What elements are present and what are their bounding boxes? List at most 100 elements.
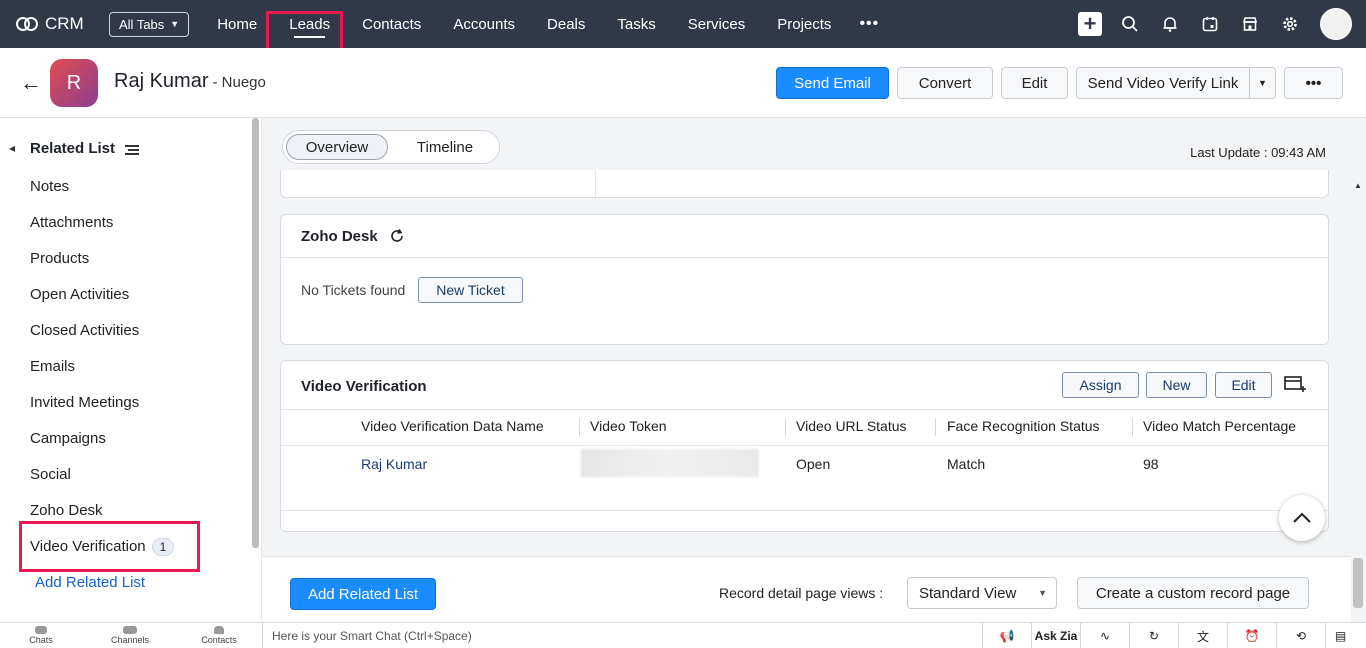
column-separator [935, 418, 936, 436]
settings-button[interactable] [1270, 0, 1310, 48]
bell-icon [1163, 17, 1177, 32]
tab-timeline[interactable]: Timeline [395, 134, 495, 160]
contacts-label: Contacts [201, 635, 237, 645]
new-ticket-button[interactable]: New Ticket [418, 277, 523, 303]
tab-tasks[interactable]: Tasks [601, 0, 671, 48]
more-tabs-button[interactable]: ••• [847, 15, 891, 33]
sidebar-item-attachments[interactable]: Attachments [30, 214, 113, 231]
sidebar-item-products[interactable]: Products [30, 250, 89, 267]
convert-button[interactable]: Convert [897, 67, 993, 99]
alarm-icon: ⏰ [1244, 629, 1260, 643]
card-divider [281, 257, 1328, 258]
history-button[interactable]: ⟲ [1276, 623, 1325, 648]
zoho-desk-title: Zoho Desk [301, 228, 378, 245]
user-avatar[interactable] [1320, 8, 1352, 40]
table-settings-icon[interactable] [1284, 375, 1306, 393]
refresh-icon[interactable] [389, 228, 405, 244]
app-name: CRM [45, 14, 84, 33]
sidebar-scrollbar[interactable] [252, 118, 259, 548]
chat-icon [35, 626, 47, 634]
activity-icon: ∿ [1099, 629, 1111, 643]
translate-button[interactable]: 文 [1178, 623, 1227, 648]
main-scrollbar[interactable]: ▲ [1351, 178, 1366, 622]
highlight-video-verification [19, 521, 200, 572]
create-custom-page-button[interactable]: Create a custom record page [1077, 577, 1309, 609]
notifications-button[interactable] [1150, 0, 1190, 48]
related-list-title: Related List [30, 140, 116, 157]
tab-projects[interactable]: Projects [761, 0, 847, 48]
row-name-link[interactable]: Raj Kumar [361, 456, 427, 472]
channels-button[interactable]: Channels [105, 626, 155, 645]
add-related-list-button[interactable]: Add Related List [290, 578, 436, 610]
ask-zia-button[interactable]: Ask Zia [1031, 623, 1080, 648]
chevron-down-icon: ▼ [1038, 588, 1047, 598]
edit-records-button[interactable]: Edit [1215, 372, 1272, 398]
tab-home[interactable]: Home [201, 0, 273, 48]
tab-services[interactable]: Services [672, 0, 762, 48]
channels-label: Channels [110, 635, 150, 645]
record-view-value: Standard View [919, 584, 1017, 602]
sidebar-item-social[interactable]: Social [30, 466, 71, 483]
tab-overview[interactable]: Overview [286, 134, 388, 160]
column-header-match-percentage[interactable]: Video Match Percentage [1143, 418, 1296, 434]
calendar-button[interactable] [1190, 0, 1230, 48]
sidebar-item-invited-meetings[interactable]: Invited Meetings [30, 394, 139, 411]
tab-deals[interactable]: Deals [531, 0, 601, 48]
search-button[interactable] [1110, 0, 1150, 48]
activity-button[interactable]: ∿ [1080, 623, 1129, 648]
announcement-button[interactable]: 📢 [982, 623, 1031, 648]
record-company: - Nuego [212, 74, 266, 91]
send-email-button[interactable]: Send Email [776, 67, 889, 99]
more-actions-button[interactable]: ••• [1284, 67, 1343, 99]
chats-button[interactable]: Chats [16, 626, 66, 645]
row-face-status: Match [947, 456, 986, 472]
sidebar-item-notes[interactable]: Notes [30, 178, 69, 195]
column-separator [785, 418, 786, 436]
tab-accounts[interactable]: Accounts [437, 0, 531, 48]
edit-button[interactable]: Edit [1001, 67, 1068, 99]
new-record-button[interactable]: New [1146, 372, 1207, 398]
column-header-face-status[interactable]: Face Recognition Status [947, 418, 1100, 434]
alarm-button[interactable]: ⏰ [1227, 623, 1276, 648]
send-video-verify-link-button[interactable]: Send Video Verify Link [1076, 67, 1250, 99]
column-header-token[interactable]: Video Token [590, 418, 667, 434]
notes-icon: ▤ [1334, 629, 1347, 643]
sidebar-item-open-activities[interactable]: Open Activities [30, 286, 129, 303]
contacts-button[interactable]: Contacts [194, 626, 244, 645]
sidebar-item-emails[interactable]: Emails [30, 358, 75, 375]
collapse-sidebar-icon[interactable]: ◂ [9, 141, 15, 155]
search-icon [1122, 16, 1138, 32]
view-tab-bar: Overview Timeline Last Update : 09:43 AM [262, 118, 1366, 178]
create-button[interactable]: + [1070, 0, 1110, 48]
back-arrow-icon[interactable]: ← [20, 70, 42, 96]
previous-section-card [280, 170, 1329, 198]
sidebar-item-zoho-desk[interactable]: Zoho Desk [30, 502, 103, 519]
column-header-url-status[interactable]: Video URL Status [796, 418, 907, 434]
column-header-name[interactable]: Video Verification Data Name [361, 418, 544, 434]
column-divider [595, 170, 596, 197]
scroll-up-arrow-icon[interactable]: ▲ [1354, 181, 1362, 190]
calendar-icon [1202, 17, 1218, 32]
record-avatar: R [50, 59, 98, 107]
record-view-select[interactable]: Standard View ▼ [907, 577, 1057, 609]
all-tabs-button[interactable]: All Tabs ▼ [109, 11, 190, 37]
assign-button[interactable]: Assign [1062, 372, 1139, 398]
bottom-bar-tools: 📢 Ask Zia ∿ ↻ 文 ⏰ ⟲ ▤ [982, 623, 1355, 648]
list-menu-icon[interactable] [125, 144, 139, 156]
add-related-list-link[interactable]: Add Related List [35, 574, 145, 591]
chevron-up-icon [1293, 512, 1311, 523]
marketplace-button[interactable] [1230, 0, 1270, 48]
video-verification-title: Video Verification [301, 378, 427, 395]
notes-button[interactable]: ▤ [1325, 623, 1355, 648]
scrollbar-thumb[interactable] [1353, 558, 1363, 608]
tab-contacts[interactable]: Contacts [346, 0, 437, 48]
smart-chat-input[interactable]: Here is your Smart Chat (Ctrl+Space) [262, 623, 982, 648]
column-separator [1132, 418, 1133, 436]
scroll-to-top-button[interactable] [1279, 495, 1325, 541]
sidebar-item-campaigns[interactable]: Campaigns [30, 430, 106, 447]
sidebar-item-closed-activities[interactable]: Closed Activities [30, 322, 139, 339]
refresh-button[interactable]: ↻ [1129, 623, 1178, 648]
table-bottom-border [281, 510, 1328, 511]
send-video-verify-dropdown[interactable]: ▼ [1249, 67, 1276, 99]
crm-logo[interactable]: CRM [16, 14, 100, 34]
